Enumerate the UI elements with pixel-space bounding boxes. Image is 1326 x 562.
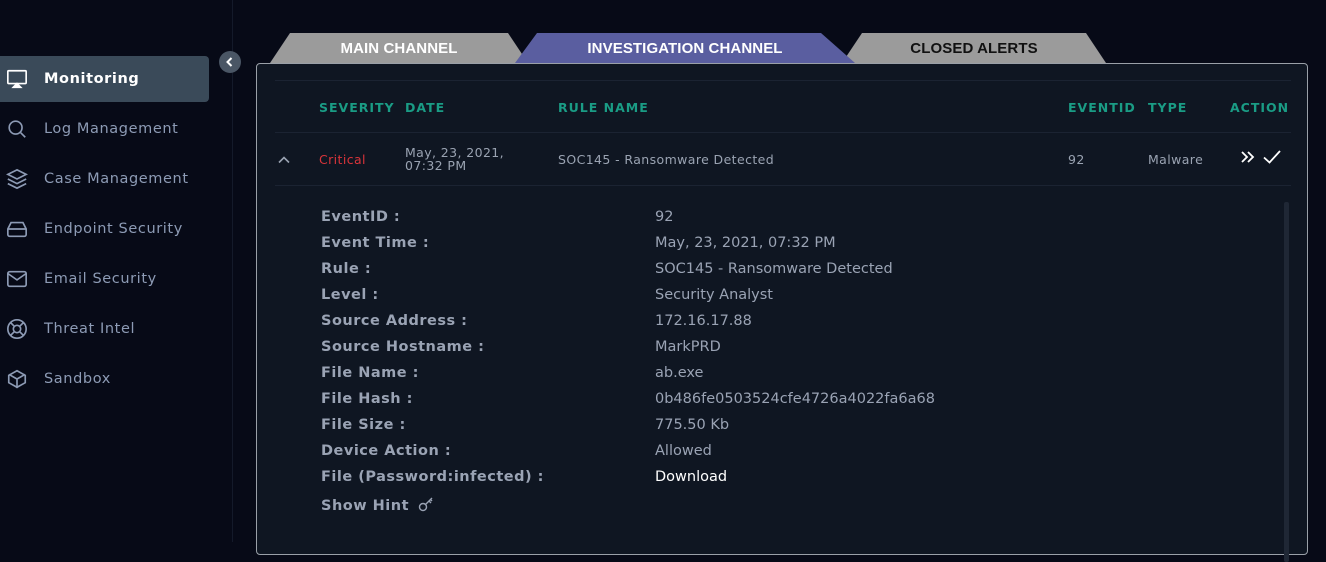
severity-cell: Critical (319, 152, 366, 167)
show-hint-button[interactable]: Show Hint (321, 496, 436, 516)
sidebar-item-label: Sandbox (44, 371, 111, 387)
detail-value-file-hash: 0b486fe0503524cfe4726a4022fa6a68 (655, 391, 935, 407)
divider (275, 80, 1291, 81)
layers-icon (5, 168, 29, 190)
detail-label-source-hostname: Source Hostname : (321, 339, 485, 355)
detail-value-eventid: 92 (655, 209, 674, 225)
rule-name-cell: SOC145 - Ransomware Detected (558, 152, 775, 167)
detail-value-level: Security Analyst (655, 287, 773, 303)
sidebar-item-label: Case Management (44, 171, 189, 187)
download-link[interactable]: Download (655, 469, 727, 485)
column-header-type[interactable]: TYPE (1148, 100, 1187, 115)
detail-value-event-time: May, 23, 2021, 07:32 PM (655, 235, 836, 251)
show-hint-label: Show Hint (321, 498, 410, 514)
detail-label-file-name: File Name : (321, 365, 419, 381)
mail-icon (6, 268, 28, 290)
chevron-left-icon (224, 56, 236, 68)
column-header-rule-name[interactable]: RULE NAME (558, 100, 649, 115)
sidebar-item-label: Email Security (44, 271, 157, 287)
sidebar-item-email-security[interactable]: Email Security (0, 256, 209, 302)
column-header-action: ACTION (1230, 100, 1290, 115)
tab-label: MAIN CHANNEL (340, 40, 458, 57)
detail-label-level: Level : (321, 287, 379, 303)
type-cell: Malware (1148, 152, 1204, 167)
search-icon (6, 118, 28, 140)
date-cell: May, 23, 2021, 07:32 PM (405, 145, 505, 173)
detail-label-file-size: File Size : (321, 417, 406, 433)
tab-label: CLOSED ALERTS (910, 40, 1038, 57)
eventid-cell: 92 (1068, 152, 1085, 167)
tab-main-channel[interactable]: MAIN CHANNEL (270, 33, 528, 63)
alerts-panel: SEVERITY DATE RULE NAME EVENTID TYPE ACT… (256, 63, 1308, 562)
detail-value-rule: SOC145 - Ransomware Detected (655, 261, 893, 277)
divider (275, 185, 1291, 186)
detail-label-file-hash: File Hash : (321, 391, 413, 407)
sidebar-item-label: Log Management (44, 121, 179, 137)
box-icon (6, 368, 28, 390)
collapse-sidebar-button[interactable] (219, 51, 241, 73)
detail-label-event-time: Event Time : (321, 235, 430, 251)
sidebar-item-monitoring[interactable]: Monitoring (0, 56, 209, 102)
key-icon (418, 496, 436, 516)
sidebar-item-label: Endpoint Security (44, 221, 183, 237)
detail-label-device-action: Device Action : (321, 443, 452, 459)
tab-label: INVESTIGATION CHANNEL (587, 40, 783, 57)
check-icon[interactable] (1262, 148, 1282, 166)
column-header-eventid[interactable]: EVENTID (1068, 100, 1136, 115)
sidebar-item-sandbox[interactable]: Sandbox (0, 356, 209, 402)
column-header-date[interactable]: DATE (405, 100, 445, 115)
detail-label-eventid: EventID : (321, 209, 401, 225)
sidebar-item-label: Monitoring (44, 71, 140, 87)
sidebar-item-log-management[interactable]: Log Management (0, 106, 209, 152)
tab-investigation-channel[interactable]: INVESTIGATION CHANNEL (515, 33, 855, 63)
chevron-up-icon[interactable] (277, 152, 291, 166)
double-chevron-right-icon[interactable] (1240, 148, 1256, 166)
lifebuoy-icon (6, 318, 28, 340)
detail-value-source-hostname: MarkPRD (655, 339, 721, 355)
monitor-icon (6, 68, 28, 90)
sidebar-item-threat-intel[interactable]: Threat Intel (0, 306, 209, 352)
column-header-severity[interactable]: SEVERITY (319, 100, 395, 115)
detail-label-rule: Rule : (321, 261, 372, 277)
detail-label-source-address: Source Address : (321, 313, 468, 329)
divider (275, 132, 1291, 133)
hard-drive-icon (6, 218, 28, 240)
sidebar-item-label: Threat Intel (44, 321, 136, 337)
scrollbar[interactable] (1284, 202, 1289, 562)
detail-value-file-name: ab.exe (655, 365, 704, 381)
detail-value-file-size: 775.50 Kb (655, 417, 730, 433)
tab-closed-alerts[interactable]: CLOSED ALERTS (842, 33, 1106, 63)
detail-value-source-address: 172.16.17.88 (655, 313, 752, 329)
sidebar: Monitoring Log Management Case Managemen… (0, 0, 233, 542)
detail-value-device-action: Allowed (655, 443, 712, 459)
detail-label-file-password: File (Password:infected) : (321, 469, 544, 485)
sidebar-item-endpoint-security[interactable]: Endpoint Security (0, 206, 209, 252)
sidebar-item-case-management[interactable]: Case Management (0, 156, 209, 202)
